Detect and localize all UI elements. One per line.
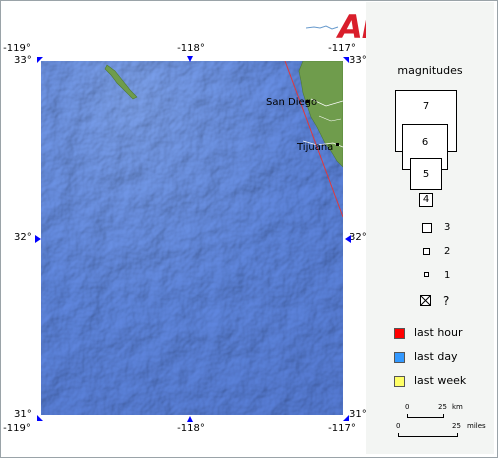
- tick-marker: [187, 416, 193, 422]
- legend-title: magnitudes: [397, 64, 463, 77]
- last-week-label: last week: [414, 374, 467, 387]
- tick-marker: [37, 415, 43, 421]
- top-tick-label: -119°: [3, 43, 31, 54]
- scale-mi-end: 25: [452, 422, 461, 430]
- unknown-magnitude-label: ?: [443, 294, 450, 308]
- left-tick-label: 31°: [14, 409, 32, 420]
- scale-km-unit: km: [452, 403, 463, 411]
- tick-marker: [187, 56, 193, 62]
- magnitude-2-square: [423, 248, 430, 255]
- last-hour-label: last hour: [414, 326, 463, 339]
- tick-marker: [343, 415, 349, 421]
- magnitude-3-square: [422, 223, 432, 233]
- tick-markers: [35, 56, 351, 422]
- left-tick-label: 33°: [14, 55, 32, 66]
- last-day-swatch: [394, 352, 405, 363]
- tick-marker: [35, 235, 41, 243]
- tick-marker: [345, 235, 351, 243]
- last-week-swatch: [394, 376, 405, 387]
- unknown-magnitude-icon: [420, 295, 431, 306]
- scale-km-start: 0: [405, 403, 410, 411]
- scale-km-bar: [407, 414, 444, 418]
- magnitude-5-square: 5: [410, 158, 442, 190]
- tick-marker: [37, 57, 43, 63]
- magnitude-4-square: 4: [419, 193, 433, 207]
- legend-panel: magnitudes 7 6 5 4 3 2 1 ? last hour las…: [366, 2, 494, 454]
- last-day-label: last day: [414, 350, 458, 363]
- scale-mi-start: 0: [396, 422, 401, 430]
- scale-bar: 0 25 km 0 25 miles: [396, 402, 492, 438]
- magnitude-2-label: 2: [444, 246, 451, 257]
- bottom-tick-label: -119°: [3, 423, 31, 434]
- tick-marker: [343, 57, 349, 63]
- left-tick-label: 32°: [14, 232, 32, 243]
- magnitude-1-square: [424, 272, 429, 277]
- magnitude-3-label: 3: [444, 222, 451, 233]
- magnitude-1-label: 1: [444, 270, 451, 281]
- last-hour-swatch: [394, 328, 405, 339]
- scale-km-end: 25: [438, 403, 447, 411]
- scale-mi-unit: miles: [467, 422, 486, 430]
- scale-mi-bar: [398, 433, 458, 437]
